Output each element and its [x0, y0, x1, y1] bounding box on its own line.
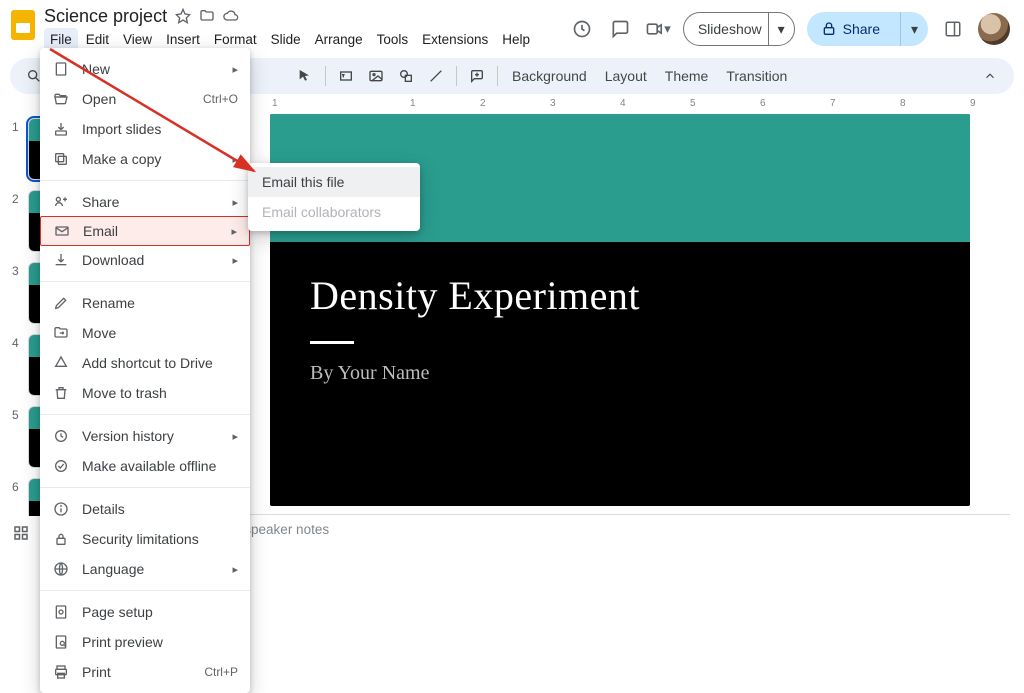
menu-new[interactable]: New▸ [40, 54, 250, 84]
slideshow-label: Slideshow [698, 21, 762, 37]
menu-slide[interactable]: Slide [265, 28, 307, 51]
tb-transition[interactable]: Transition [718, 68, 795, 84]
menu-rename[interactable]: Rename [40, 288, 250, 318]
slide-subtitle[interactable]: By Your Name [310, 362, 930, 385]
comments-icon[interactable] [607, 16, 633, 42]
menu-version[interactable]: Version history▸ [40, 421, 250, 451]
print-icon [52, 663, 70, 681]
menu-open[interactable]: OpenCtrl+O [40, 84, 250, 114]
lock-icon [52, 530, 70, 548]
slideshow-dropdown[interactable]: ▾ [768, 13, 794, 45]
sidepanel-toggle-icon[interactable] [940, 16, 966, 42]
menu-trash[interactable]: Move to trash [40, 378, 250, 408]
preview-icon [52, 633, 70, 651]
header-right: ▾ Slideshow ▾ Share ▾ [569, 6, 1014, 46]
menu-language[interactable]: Language▸ [40, 554, 250, 584]
menu-details[interactable]: Details [40, 494, 250, 524]
tb-layout[interactable]: Layout [597, 68, 655, 84]
menu-offline[interactable]: Make available offline [40, 451, 250, 481]
speaker-notes[interactable]: Click to add speaker notes [160, 514, 1010, 544]
import-icon [52, 120, 70, 138]
move-icon [52, 324, 70, 342]
toolbar-collapse-icon[interactable] [976, 62, 1004, 90]
submenu-email-collaborators: Email collaborators [248, 197, 420, 227]
menu-share[interactable]: Share▸ [40, 187, 250, 217]
menu-import[interactable]: Import slides [40, 114, 250, 144]
menu-pagesetup[interactable]: Page setup [40, 597, 250, 627]
menu-shortcut[interactable]: Add shortcut to Drive [40, 348, 250, 378]
slides-logo[interactable] [10, 8, 36, 42]
menu-extensions[interactable]: Extensions [416, 28, 494, 51]
rename-icon [52, 294, 70, 312]
email-icon [53, 222, 71, 240]
menu-tools[interactable]: Tools [371, 28, 415, 51]
account-avatar[interactable] [978, 13, 1010, 45]
select-tool-icon[interactable] [291, 62, 319, 90]
star-icon[interactable] [175, 8, 191, 24]
ruler: 1 1 2 3 4 5 6 7 8 9 [140, 98, 1014, 114]
offline-icon [52, 457, 70, 475]
tb-theme[interactable]: Theme [657, 68, 717, 84]
doc-icon [52, 60, 70, 78]
menu-arrange[interactable]: Arrange [309, 28, 369, 51]
textbox-icon[interactable] [332, 62, 360, 90]
menu-email[interactable]: Email▸ [40, 216, 250, 246]
download-icon [52, 251, 70, 269]
history-menu-icon [52, 427, 70, 445]
move-folder-icon[interactable] [199, 8, 215, 24]
share-icon [52, 193, 70, 211]
line-icon[interactable] [422, 62, 450, 90]
title-area: Science project File Edit View Insert Fo… [44, 6, 569, 51]
drive-shortcut-icon [52, 354, 70, 372]
trash-icon [52, 384, 70, 402]
slide-title[interactable]: Density Experiment [310, 272, 930, 319]
menu-copy[interactable]: Make a copy▸ [40, 144, 250, 174]
meet-icon[interactable]: ▾ [645, 16, 671, 42]
share-label: Share [843, 21, 880, 37]
slideshow-button[interactable]: Slideshow ▾ [683, 12, 795, 46]
menu-move[interactable]: Move [40, 318, 250, 348]
menu-print[interactable]: PrintCtrl+P [40, 657, 250, 687]
menu-help[interactable]: Help [496, 28, 536, 51]
comment-add-icon[interactable] [463, 62, 491, 90]
folder-open-icon [52, 90, 70, 108]
copy-icon [52, 150, 70, 168]
document-title[interactable]: Science project [44, 6, 167, 27]
email-submenu: Email this file Email collaborators [248, 163, 420, 231]
cloud-status-icon[interactable] [223, 8, 239, 24]
file-menu-dropdown: New▸ OpenCtrl+O Import slides Make a cop… [40, 48, 250, 693]
history-icon[interactable] [569, 16, 595, 42]
page-setup-icon [52, 603, 70, 621]
info-icon [52, 500, 70, 518]
share-button[interactable]: Share ▾ [807, 12, 928, 46]
grid-view-icon[interactable] [12, 524, 30, 542]
image-insert-icon[interactable] [362, 62, 390, 90]
globe-icon [52, 560, 70, 578]
menu-preview[interactable]: Print preview [40, 627, 250, 657]
tb-background[interactable]: Background [504, 68, 595, 84]
submenu-email-this-file[interactable]: Email this file [248, 167, 420, 197]
shape-icon[interactable] [392, 62, 420, 90]
menu-download[interactable]: Download▸ [40, 245, 250, 275]
share-dropdown[interactable]: ▾ [900, 12, 928, 46]
